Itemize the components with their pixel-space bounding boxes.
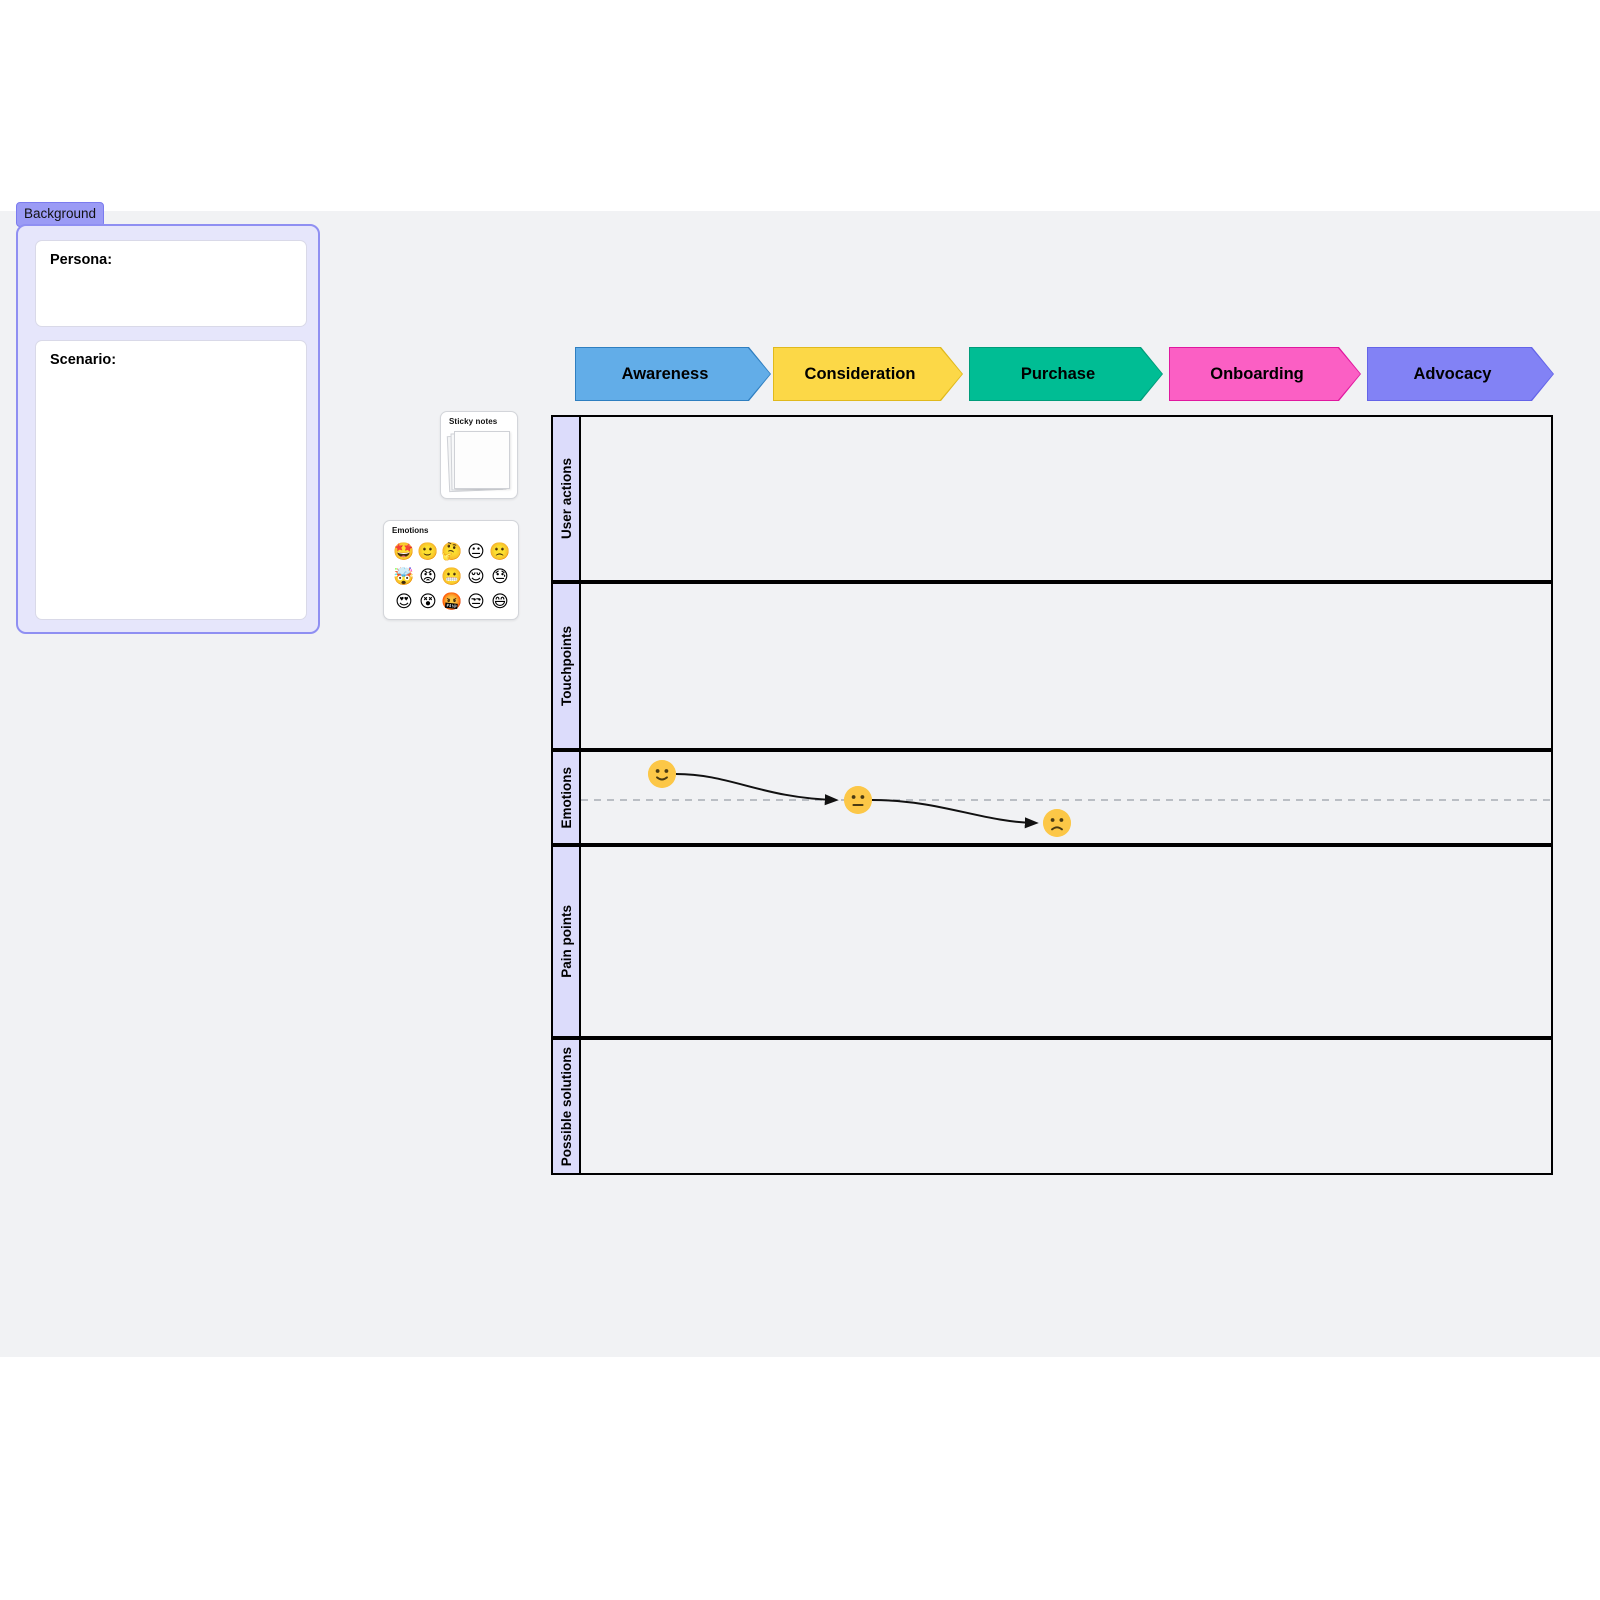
- journey-row-label-text: Touchpoints: [558, 626, 574, 706]
- emoji-frowning-icon[interactable]: 🙁: [489, 544, 510, 561]
- emoji-neutral-icon[interactable]: 😐: [467, 544, 485, 561]
- sticky-note-sheet-front[interactable]: [454, 431, 510, 489]
- background-frame[interactable]: Persona: Scenario:: [16, 224, 320, 634]
- journey-cell-user-actions[interactable]: [581, 417, 1551, 580]
- scenario-label: Scenario:: [50, 352, 117, 368]
- emoji-star-struck-icon[interactable]: 🤩: [393, 544, 414, 561]
- persona-card[interactable]: Persona:: [35, 240, 307, 327]
- journey-row-touchpoints: Touchpoints: [551, 582, 1553, 750]
- stage-purchase[interactable]: Purchase: [970, 348, 1162, 400]
- journey-cell-touchpoints[interactable]: [581, 584, 1551, 748]
- stage-awareness[interactable]: Awareness: [576, 348, 770, 400]
- emoji-cursing-icon[interactable]: 🤬: [441, 594, 462, 611]
- sad-face-marker[interactable]: [1043, 809, 1071, 837]
- emotion-curve-segment-2: [871, 799, 1039, 829]
- stage-advocacy[interactable]: Advocacy: [1368, 348, 1553, 400]
- sticky-notes-palette[interactable]: Sticky notes: [440, 411, 518, 499]
- journey-row-label-text: Emotions: [558, 766, 574, 829]
- journey-row-possible-solutions: Possible solutions: [551, 1038, 1553, 1175]
- emotion-curve: [581, 752, 1555, 847]
- stage-onboarding[interactable]: Onboarding: [1170, 348, 1360, 400]
- stage-label: Advocacy: [1413, 364, 1492, 383]
- stage-consideration[interactable]: Consideration: [774, 348, 962, 400]
- emotions-palette[interactable]: Emotions 🤩 🙂 🤔 😐 🙁 🤯 😡 😬 😌 😓 😍 😵 🤬 😒 😄: [383, 520, 519, 620]
- journey-row-pain-points: Pain points: [551, 845, 1553, 1038]
- journey-row-label-touchpoints: Touchpoints: [553, 584, 581, 748]
- persona-label: Persona:: [50, 252, 113, 268]
- journey-row-label-pain-points: Pain points: [553, 847, 581, 1036]
- emotions-palette-title: Emotions: [392, 526, 429, 535]
- journey-stage-bar: Awareness Consideration Purchase Onboarding…: [576, 348, 1553, 400]
- emoji-unamused-icon[interactable]: 😒: [467, 594, 485, 611]
- emoji-downcast-sweat-icon[interactable]: 😓: [491, 569, 509, 586]
- journey-row-label-text: Pain points: [558, 905, 574, 978]
- emoji-dizzy-icon[interactable]: 😵: [419, 594, 437, 611]
- neutral-face-marker[interactable]: [844, 786, 872, 814]
- journey-row-label-user-actions: User actions: [553, 417, 581, 580]
- background-group[interactable]: Background Persona: Scenario:: [16, 202, 324, 636]
- emoji-relieved-icon[interactable]: 😌: [467, 569, 485, 586]
- journey-row-label-text: User actions: [558, 457, 574, 540]
- emoji-slightly-smiling-icon[interactable]: 🙂: [417, 544, 438, 561]
- emoji-grimacing-icon[interactable]: 😬: [441, 569, 462, 586]
- emoji-mind-blown-icon[interactable]: 🤯: [393, 569, 414, 586]
- stage-label: Onboarding: [1210, 364, 1304, 383]
- journey-map-table: User actions Touchpoints Emotions Pain poin…: [551, 415, 1555, 1175]
- stage-label: Awareness: [621, 364, 709, 383]
- journey-row-label-possible-solutions: Possible solutions: [553, 1040, 581, 1173]
- sticky-notes-palette-title: Sticky notes: [449, 417, 498, 426]
- journey-row-user-actions: User actions: [551, 415, 1553, 582]
- scenario-card[interactable]: Scenario:: [35, 340, 307, 620]
- emoji-heart-eyes-icon[interactable]: 😍: [395, 594, 413, 611]
- journey-row-label-emotions: Emotions: [553, 752, 581, 843]
- stage-label: Purchase: [1020, 364, 1096, 383]
- journey-row-emotions: Emotions: [551, 750, 1555, 845]
- stage-label: Consideration: [804, 364, 916, 383]
- journey-row-label-text: Possible solutions: [558, 1046, 574, 1167]
- emoji-grinning-smile-icon[interactable]: 😄: [491, 594, 509, 611]
- emoji-grid[interactable]: 🤩 🙂 🤔 😐 🙁 🤯 😡 😬 😌 😓 😍 😵 🤬 😒 😄: [392, 540, 512, 615]
- happy-face-marker[interactable]: [648, 760, 676, 788]
- emotion-curve-segment-1: [675, 773, 839, 806]
- sticky-note-stack[interactable]: [446, 431, 510, 493]
- emoji-thinking-icon[interactable]: 🤔: [441, 544, 462, 561]
- emotion-curve-svg: [581, 773, 1555, 829]
- journey-cell-emotions[interactable]: [581, 752, 1555, 843]
- emoji-angry-icon[interactable]: 😡: [419, 569, 437, 586]
- journey-cell-possible-solutions[interactable]: [581, 1040, 1551, 1173]
- journey-cell-pain-points[interactable]: [581, 847, 1551, 1036]
